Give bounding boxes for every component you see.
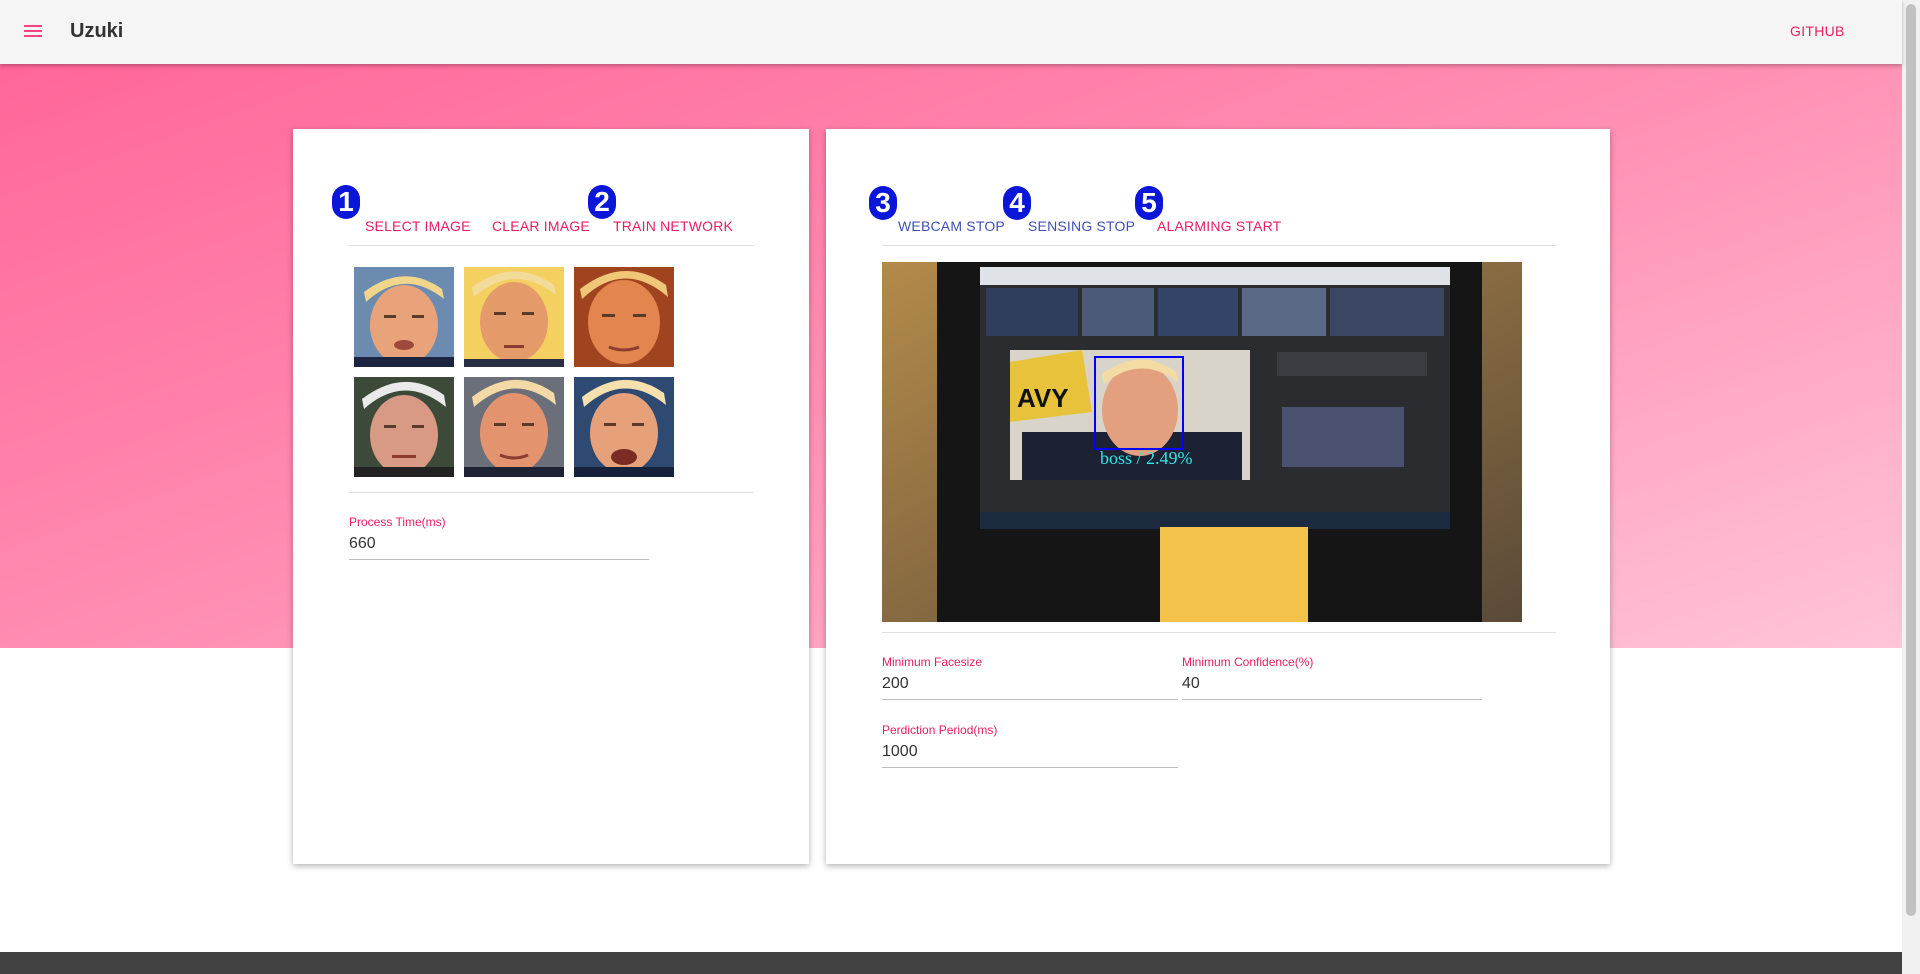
webcam-card: 3 WEBCAM STOP 4 SENSING STOP 5 ALARMING … — [826, 129, 1610, 864]
scrollbar[interactable] — [1902, 0, 1920, 974]
app-bar: Uzuki GITHUB — [0, 0, 1902, 64]
divider — [882, 632, 1556, 633]
step-badge-3: 3 — [869, 186, 897, 220]
training-image-3[interactable] — [574, 267, 674, 367]
github-link[interactable]: GITHUB — [1790, 23, 1845, 39]
process-time-label: Process Time(ms) — [349, 515, 446, 529]
prediction-period-value[interactable]: 1000 — [882, 743, 1178, 768]
training-image-4[interactable] — [354, 377, 454, 477]
menu-icon[interactable] — [24, 22, 44, 40]
train-network-button[interactable]: TRAIN NETWORK — [613, 218, 733, 234]
min-facesize-value[interactable]: 200 — [882, 675, 1178, 700]
min-facesize-label: Minimum Facesize — [882, 655, 983, 669]
sensing-stop-button[interactable]: SENSING STOP — [1028, 218, 1135, 234]
min-confidence-label: Minimum Confidence(%) — [1182, 655, 1314, 669]
training-image-5[interactable] — [464, 377, 564, 477]
divider — [349, 492, 754, 493]
footer — [0, 952, 1902, 974]
min-confidence-value[interactable]: 40 — [1182, 675, 1482, 700]
webcam-feed: AVY boss / 2.49% — [882, 262, 1522, 622]
divider — [882, 245, 1556, 246]
training-image-1[interactable] — [354, 267, 454, 367]
prediction-period-field[interactable]: Perdiction Period(ms) 1000 — [882, 723, 1178, 768]
detection-label: boss / 2.49% — [1100, 448, 1193, 468]
min-confidence-field[interactable]: Minimum Confidence(%) 40 — [1182, 655, 1482, 700]
app-title: Uzuki — [70, 20, 124, 42]
training-card: 1 SELECT IMAGE CLEAR IMAGE 2 TRAIN NETWO… — [293, 129, 809, 864]
scrollbar-thumb[interactable] — [1906, 4, 1916, 916]
divider — [349, 245, 754, 246]
process-time-field: Process Time(ms) 660 — [349, 515, 649, 560]
clear-image-button[interactable]: CLEAR IMAGE — [492, 218, 590, 234]
process-time-value: 660 — [349, 535, 649, 560]
svg-text:AVY: AVY — [1017, 383, 1069, 413]
step-badge-5: 5 — [1135, 186, 1163, 220]
select-image-button[interactable]: SELECT IMAGE — [365, 218, 471, 234]
min-facesize-field[interactable]: Minimum Facesize 200 — [882, 655, 1178, 700]
alarming-start-button[interactable]: ALARMING START — [1157, 218, 1281, 234]
training-image-2[interactable] — [464, 267, 564, 367]
step-badge-4: 4 — [1003, 186, 1031, 220]
prediction-period-label: Perdiction Period(ms) — [882, 723, 998, 737]
step-badge-2: 2 — [588, 185, 616, 219]
training-image-6[interactable] — [574, 377, 674, 477]
step-badge-1: 1 — [332, 185, 360, 219]
webcam-stop-button[interactable]: WEBCAM STOP — [898, 218, 1005, 234]
